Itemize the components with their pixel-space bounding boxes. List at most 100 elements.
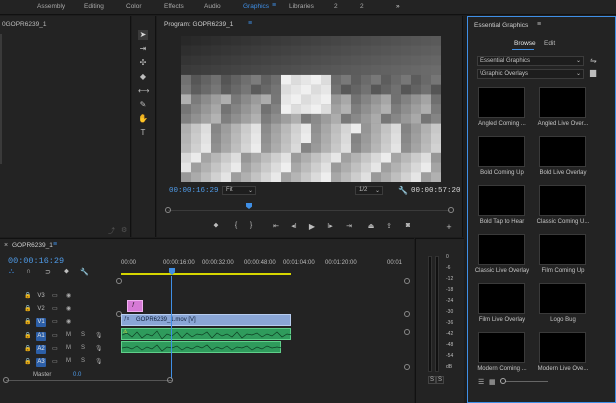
ripple-edit-tool-icon[interactable]: ✣ xyxy=(138,58,148,68)
audio-clip-a2[interactable] xyxy=(121,341,282,353)
resolution-dropdown[interactable]: 1/2 ⌄ xyxy=(355,186,383,195)
nest-toggle-icon[interactable]: ⛬ xyxy=(9,268,14,276)
wrench-icon[interactable]: 🔧 xyxy=(398,186,408,195)
lock-icon[interactable]: 🔒 xyxy=(24,332,31,339)
grid-view-icon[interactable]: ▦ xyxy=(489,378,496,386)
folder-icon[interactable]: ▆ xyxy=(590,68,596,77)
lock-icon[interactable]: 🔒 xyxy=(24,318,31,325)
razor-tool-icon[interactable]: ◆ xyxy=(138,72,148,82)
fit-dropdown[interactable]: Fit ⌄ xyxy=(222,186,256,195)
workspace-tab-libraries[interactable]: Libraries xyxy=(289,3,314,10)
template-thumbnail[interactable] xyxy=(539,87,586,118)
track-label[interactable]: A1 xyxy=(36,332,46,341)
lock-icon[interactable]: 🔒 xyxy=(24,305,31,312)
template-thumbnail[interactable] xyxy=(539,185,586,216)
template-label[interactable]: Angled Coming ... xyxy=(472,121,532,127)
scrub-start-handle[interactable] xyxy=(165,207,171,213)
template-thumbnail[interactable] xyxy=(478,185,525,216)
folder-dropdown[interactable]: \Graphic Overlays ⌄ xyxy=(477,69,584,79)
thumbnail-size-slider[interactable] xyxy=(502,381,548,382)
solo-icon[interactable]: S xyxy=(81,358,85,364)
microphone-icon[interactable]: 🎙 xyxy=(95,332,103,339)
lock-icon[interactable]: 🔒 xyxy=(24,358,31,365)
sync-lock-icon[interactable]: ▭ xyxy=(52,332,58,339)
lift-icon[interactable]: ⏏ xyxy=(366,222,376,230)
sync-lock-icon[interactable]: ▭ xyxy=(52,292,58,299)
track-label[interactable]: V2 xyxy=(36,305,46,314)
track-label[interactable]: V3 xyxy=(36,292,46,301)
export-frame-icon[interactable]: ⤴ xyxy=(108,226,115,236)
graphic-clip[interactable]: ƒ xyxy=(127,300,143,312)
microphone-icon[interactable]: 🎙 xyxy=(95,358,103,365)
workspace-tab-effects[interactable]: Effects xyxy=(164,3,184,10)
sync-lock-icon[interactable]: ▭ xyxy=(52,358,58,365)
step-forward-icon[interactable]: I▸ xyxy=(325,222,335,230)
sync-lock-icon[interactable]: ▭ xyxy=(52,318,58,325)
vertical-scroll-handle[interactable] xyxy=(404,311,410,317)
template-thumbnail[interactable] xyxy=(478,332,525,363)
program-video-frame[interactable] xyxy=(181,36,441,182)
sync-lock-icon[interactable]: ▭ xyxy=(52,345,58,352)
scroll-end-handle[interactable] xyxy=(167,377,173,383)
eye-icon[interactable]: ◉ xyxy=(66,305,71,312)
wrench-icon[interactable]: 🔧 xyxy=(80,268,89,276)
audio-clip-a1[interactable]: ⚠ xyxy=(121,328,292,340)
template-label[interactable]: Modern Live Ove... xyxy=(533,366,593,372)
microphone-icon[interactable]: 🎙 xyxy=(95,345,103,352)
program-current-timecode[interactable]: 00:00:16:29 xyxy=(169,187,219,195)
workspace-tab-audio[interactable]: Audio xyxy=(204,3,221,10)
video-clip[interactable]: ƒx GOPR6239_1.mov [V] xyxy=(121,314,291,326)
export-frame-icon[interactable]: ◙ xyxy=(403,222,413,229)
sequence-menu-icon[interactable]: ≡ xyxy=(53,241,57,248)
mute-icon[interactable]: M xyxy=(66,332,71,338)
template-label[interactable]: Classic Coming U... xyxy=(533,219,593,225)
list-view-icon[interactable]: ☰ xyxy=(478,378,484,386)
track-label[interactable]: A3 xyxy=(36,358,46,367)
pen-tool-icon[interactable]: ✎ xyxy=(138,100,148,110)
add-marker-icon[interactable]: ⬥ xyxy=(64,268,69,276)
library-action-icon[interactable]: ⇋ xyxy=(590,56,597,65)
add-button-icon[interactable]: + xyxy=(444,222,454,232)
time-ruler[interactable]: 00:00 00:00:16:00 00:00:32:00 00:00:48:0… xyxy=(121,258,408,276)
track-label[interactable]: V1 xyxy=(36,318,46,327)
timeline-current-timecode[interactable]: 00:00:16:29 xyxy=(8,256,64,266)
template-label[interactable]: Classic Live Overlay xyxy=(472,268,532,274)
template-thumbnail[interactable] xyxy=(478,234,525,265)
master-value[interactable]: 0.0 xyxy=(73,372,81,378)
timeline-horizontal-scrollbar[interactable] xyxy=(6,380,172,381)
slider-handle[interactable] xyxy=(500,378,506,384)
workspace-tab-color[interactable]: Color xyxy=(126,3,142,10)
selection-tool-icon[interactable]: ➤ xyxy=(138,30,148,40)
workspace-menu-icon[interactable]: ≡ xyxy=(272,2,276,9)
step-back-icon[interactable]: ◂I xyxy=(289,222,299,230)
template-thumbnail[interactable] xyxy=(539,332,586,363)
workspace-tab-editing[interactable]: Editing xyxy=(84,3,104,10)
template-thumbnail[interactable] xyxy=(478,136,525,167)
track-select-tool-icon[interactable]: ⇥ xyxy=(138,44,148,54)
template-label[interactable]: Bold Tap to Hear xyxy=(472,219,532,225)
mute-icon[interactable]: M xyxy=(66,345,71,351)
workspace-overflow-icon[interactable]: » xyxy=(396,3,400,10)
work-area-bar[interactable] xyxy=(121,273,291,275)
close-icon[interactable]: × xyxy=(4,242,8,249)
tab-browse[interactable]: Browse xyxy=(514,40,536,47)
add-marker-icon[interactable]: ⬥ xyxy=(211,222,221,230)
template-label[interactable]: Angled Live Over... xyxy=(533,121,593,127)
linked-selection-icon[interactable]: ⊃ xyxy=(45,268,51,276)
track-label[interactable]: A2 xyxy=(36,345,46,354)
workspace-tab-2[interactable]: 2 xyxy=(334,3,338,10)
mute-icon[interactable]: M xyxy=(66,358,71,364)
sync-lock-icon[interactable]: ▭ xyxy=(52,305,58,312)
eye-icon[interactable]: ◉ xyxy=(66,292,71,299)
solo-left-button[interactable]: S xyxy=(428,376,437,384)
solo-icon[interactable]: S xyxy=(81,332,85,338)
template-thumbnail[interactable] xyxy=(478,87,525,118)
vertical-scroll-handle[interactable] xyxy=(404,329,410,335)
lock-icon[interactable]: 🔒 xyxy=(24,292,31,299)
template-label[interactable]: Bold Coming Up xyxy=(472,170,532,176)
template-label[interactable]: Modern Coming ... xyxy=(472,366,532,372)
template-label[interactable]: Film Coming Up xyxy=(533,268,593,274)
settings-icon[interactable]: ⚙ xyxy=(121,226,127,234)
vertical-scroll-handle[interactable] xyxy=(116,278,122,284)
vertical-scroll-handle[interactable] xyxy=(404,364,410,370)
